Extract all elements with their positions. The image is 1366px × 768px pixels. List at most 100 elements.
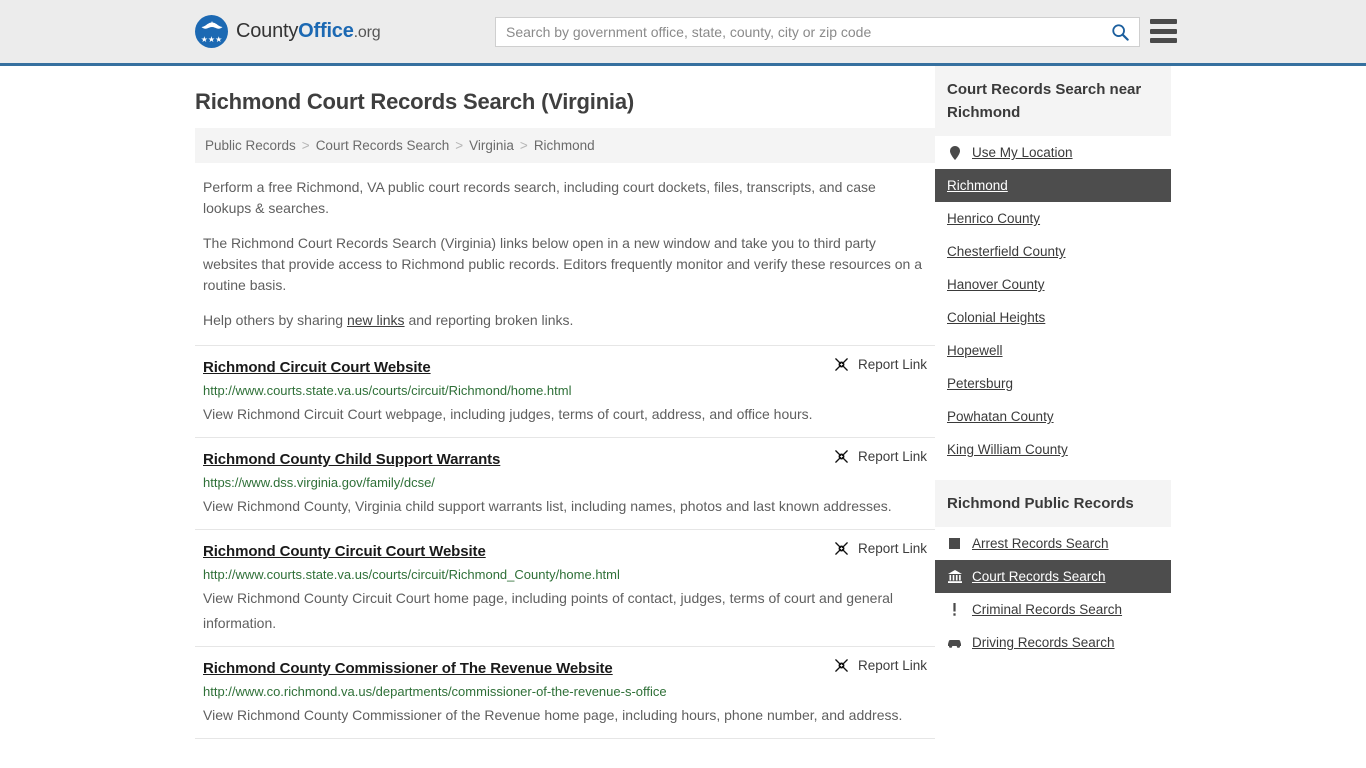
- result-header: Richmond County Circuit Court Website Re…: [203, 541, 927, 560]
- page-body: Richmond Court Records Search (Virginia)…: [0, 66, 1366, 739]
- breadcrumb-item-public-records[interactable]: Public Records: [205, 138, 296, 153]
- sidebar-item-label: Chesterfield County: [947, 244, 1066, 259]
- sidebar-item-arrest-records-search[interactable]: Arrest Records Search: [935, 527, 1171, 560]
- result-url[interactable]: https://www.dss.virginia.gov/family/dcse…: [203, 474, 927, 491]
- result-item: Richmond County Child Support Warrants R…: [195, 437, 935, 529]
- stars-icon: ★★★: [200, 35, 223, 44]
- hamburger-menu-icon[interactable]: [1150, 19, 1177, 43]
- intro-section: Perform a free Richmond, VA public court…: [195, 177, 935, 331]
- square-icon: [947, 538, 962, 549]
- hamburger-bar: [1150, 38, 1177, 43]
- sidebar-item-chesterfield-county[interactable]: Chesterfield County: [935, 235, 1171, 268]
- sidebar-public-records-heading: Richmond Public Records: [935, 480, 1171, 527]
- sidebar-item-richmond[interactable]: Richmond: [935, 169, 1171, 202]
- sidebar-item-label: Hanover County: [947, 277, 1045, 292]
- sidebar-item-label: Richmond: [947, 178, 1008, 193]
- report-link-button[interactable]: Report Link: [822, 449, 927, 464]
- sidebar-item-label: Hopewell: [947, 343, 1003, 358]
- logo-text: CountyOffice.org: [236, 20, 381, 43]
- broken-link-icon: [835, 542, 848, 555]
- logo-text-org: .org: [353, 24, 381, 41]
- breadcrumb-separator: >: [455, 138, 464, 153]
- intro-paragraph-3: Help others by sharing new links and rep…: [195, 310, 935, 331]
- sidebar-item-henrico-county[interactable]: Henrico County: [935, 202, 1171, 235]
- intro-paragraph-2: The Richmond Court Records Search (Virgi…: [203, 235, 923, 293]
- report-link-button[interactable]: Report Link: [822, 357, 927, 372]
- breadcrumb-item-virginia[interactable]: Virginia: [469, 138, 514, 153]
- result-url[interactable]: http://www.co.richmond.va.us/departments…: [203, 683, 927, 700]
- result-url[interactable]: http://www.courts.state.va.us/courts/cir…: [203, 382, 927, 399]
- eagle-icon: [201, 21, 222, 29]
- intro-paragraph-1: Perform a free Richmond, VA public court…: [203, 179, 876, 216]
- results-list: Richmond Circuit Court Website Report Li…: [195, 345, 935, 739]
- sidebar: Court Records Search near Richmond Use M…: [935, 66, 1171, 739]
- broken-link-icon: [835, 358, 848, 371]
- result-header: Richmond County Child Support Warrants R…: [203, 449, 927, 468]
- sidebar-nearby-heading: Court Records Search near Richmond: [935, 66, 1171, 136]
- result-description: View Richmond County, Virginia child sup…: [203, 498, 892, 514]
- sidebar-section-gap: [935, 466, 1171, 480]
- result-title-link[interactable]: Richmond County Child Support Warrants: [203, 451, 500, 468]
- intro-p3-after: and reporting broken links.: [404, 312, 574, 328]
- hamburger-bar: [1150, 19, 1177, 24]
- sidebar-item-label: Criminal Records Search: [972, 602, 1123, 617]
- sidebar-item-use-my-location[interactable]: Use My Location: [935, 136, 1171, 169]
- report-link-button[interactable]: Report Link: [822, 541, 927, 556]
- result-item: Richmond Circuit Court Website Report Li…: [195, 345, 935, 437]
- search-bar[interactable]: [495, 17, 1140, 47]
- sidebar-item-driving-records-search[interactable]: Driving Records Search: [935, 626, 1171, 659]
- page-title: Richmond Court Records Search (Virginia): [195, 89, 635, 114]
- breadcrumb: Public Records > Court Records Search > Virg…: [195, 128, 935, 163]
- car-icon: [947, 638, 962, 648]
- courthouse-icon: [947, 570, 962, 583]
- main-content: Richmond Court Records Search (Virginia)…: [195, 66, 935, 739]
- report-link-label: Report Link: [857, 541, 927, 556]
- sidebar-item-label: Use My Location: [972, 145, 1073, 160]
- sidebar-item-king-william-county[interactable]: King William County: [935, 433, 1171, 466]
- results-bottom-divider: [195, 738, 935, 739]
- logo-text-county: County: [236, 20, 299, 42]
- report-link-button[interactable]: Report Link: [822, 658, 927, 673]
- search-input[interactable]: [496, 24, 1101, 40]
- sidebar-item-petersburg[interactable]: Petersburg: [935, 367, 1171, 400]
- sidebar-item-label: King William County: [947, 442, 1068, 457]
- hamburger-bar: [1150, 28, 1177, 34]
- sidebar-item-colonial-heights[interactable]: Colonial Heights: [935, 301, 1171, 334]
- sidebar-item-label: Colonial Heights: [947, 310, 1046, 325]
- sidebar-public-records-list: Arrest Records Search Court Records Sear…: [935, 527, 1171, 659]
- sidebar-nearby-list: Use My Location Richmond Henrico County …: [935, 136, 1171, 466]
- result-url[interactable]: http://www.courts.state.va.us/courts/cir…: [203, 566, 927, 583]
- broken-link-icon: [835, 659, 848, 672]
- result-title-link[interactable]: Richmond County Circuit Court Website: [203, 543, 486, 560]
- map-pin-icon: [947, 145, 962, 160]
- report-link-label: Report Link: [857, 357, 927, 372]
- sidebar-item-court-records-search[interactable]: Court Records Search: [935, 560, 1171, 593]
- sidebar-item-criminal-records-search[interactable]: Criminal Records Search: [935, 593, 1171, 626]
- sidebar-item-hanover-county[interactable]: Hanover County: [935, 268, 1171, 301]
- breadcrumb-item-richmond[interactable]: Richmond: [534, 138, 595, 153]
- result-title-link[interactable]: Richmond Circuit Court Website: [203, 359, 431, 376]
- sidebar-item-label: Henrico County: [947, 211, 1041, 226]
- eagle-shield-icon: ★★★: [195, 15, 228, 48]
- result-description: View Richmond Circuit Court webpage, inc…: [203, 406, 813, 422]
- breadcrumb-separator: >: [301, 138, 310, 153]
- result-title-link[interactable]: Richmond County Commissioner of The Reve…: [203, 660, 613, 677]
- breadcrumb-item-court-records-search[interactable]: Court Records Search: [316, 138, 450, 153]
- search-icon: [1112, 24, 1129, 41]
- sidebar-item-label: Driving Records Search: [972, 635, 1115, 650]
- report-link-label: Report Link: [857, 449, 927, 464]
- search-button[interactable]: [1101, 18, 1139, 46]
- sidebar-item-label: Arrest Records Search: [972, 536, 1109, 551]
- new-links-link[interactable]: new links: [347, 312, 405, 328]
- sidebar-item-hopewell[interactable]: Hopewell: [935, 334, 1171, 367]
- result-description: View Richmond County Commissioner of the…: [203, 707, 903, 723]
- sidebar-item-powhatan-county[interactable]: Powhatan County: [935, 400, 1171, 433]
- exclamation-icon: [947, 603, 962, 616]
- site-logo[interactable]: ★★★ CountyOffice.org: [195, 15, 381, 48]
- result-header: Richmond County Commissioner of The Reve…: [203, 658, 927, 677]
- result-item: Richmond County Commissioner of The Reve…: [195, 646, 935, 738]
- sidebar-item-label: Court Records Search: [972, 569, 1106, 584]
- site-header: ★★★ CountyOffice.org: [0, 0, 1366, 66]
- broken-link-icon: [835, 450, 848, 463]
- logo-text-office: Office: [298, 20, 354, 42]
